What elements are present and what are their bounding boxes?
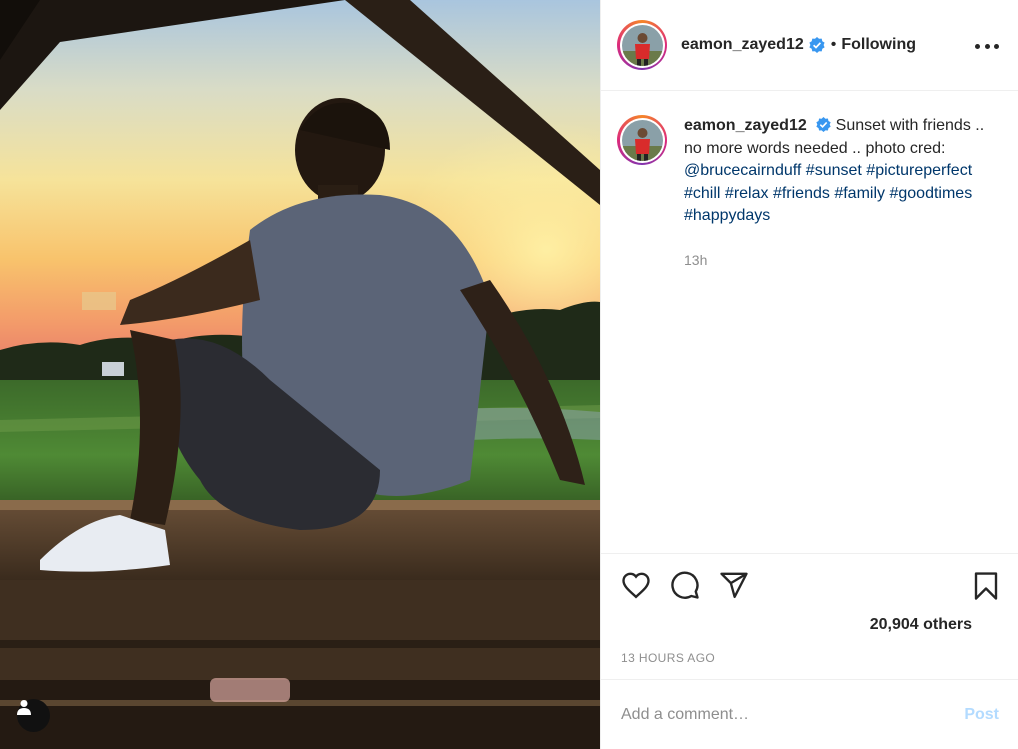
bookmark-icon: [974, 572, 998, 600]
share-button[interactable]: [719, 570, 749, 600]
post-comment-button[interactable]: Post: [964, 706, 999, 724]
user-tag-button[interactable]: [17, 699, 50, 732]
comment-input[interactable]: [621, 705, 965, 724]
hashtag-link[interactable]: #friends: [773, 185, 830, 202]
following-button[interactable]: Following: [841, 36, 916, 54]
hashtag-link[interactable]: #sunset: [806, 162, 862, 179]
post-header: eamon_zayed12 • Following: [601, 0, 1018, 91]
caption: eamon_zayed12 Sunset with friends .. no …: [617, 115, 1007, 228]
avatar-image: [621, 119, 663, 161]
hashtag-link[interactable]: #happydays: [684, 207, 770, 224]
hashtag-link[interactable]: #pictureperfect: [866, 162, 972, 179]
caption-avatar[interactable]: [617, 115, 667, 165]
avatar-image: [621, 24, 663, 66]
comment-button[interactable]: [670, 570, 700, 600]
comment-bar: Post: [601, 679, 1018, 749]
save-button[interactable]: [972, 570, 1000, 602]
hashtag-link[interactable]: #chill: [684, 185, 720, 202]
comment-icon: [671, 571, 699, 599]
caption-username[interactable]: eamon_zayed12: [684, 117, 807, 134]
more-options-icon[interactable]: [975, 36, 999, 56]
sunset-photo-image: [0, 0, 600, 749]
hashtag-link[interactable]: #goodtimes: [889, 185, 972, 202]
likes-count[interactable]: 20,904 others: [870, 616, 972, 634]
user-tag-icon: [17, 700, 31, 715]
heart-icon: [622, 572, 650, 599]
post-timestamp[interactable]: 13 HOURS AGO: [621, 651, 715, 665]
post-side-panel: eamon_zayed12 • Following eamon_zayed12 …: [600, 0, 1018, 749]
avatar[interactable]: [617, 20, 667, 70]
instagram-post-modal: eamon_zayed12 • Following eamon_zayed12 …: [0, 0, 1018, 749]
hashtag-link[interactable]: #relax: [725, 185, 769, 202]
like-button[interactable]: [621, 570, 651, 600]
verified-badge-icon: [809, 37, 825, 53]
hashtag-link[interactable]: #family: [834, 185, 885, 202]
mention-link[interactable]: @brucecairnduff: [684, 162, 801, 179]
actions-bar: 20,904 others 13 HOURS AGO: [601, 553, 1018, 679]
paper-plane-icon: [720, 572, 748, 599]
post-photo[interactable]: [0, 0, 600, 749]
verified-badge-icon: [816, 117, 831, 132]
caption-age[interactable]: 13h: [684, 252, 707, 268]
author-username[interactable]: eamon_zayed12: [681, 36, 804, 54]
separator-dot: •: [830, 36, 837, 53]
caption-text: eamon_zayed12 Sunset with friends .. no …: [684, 115, 994, 228]
